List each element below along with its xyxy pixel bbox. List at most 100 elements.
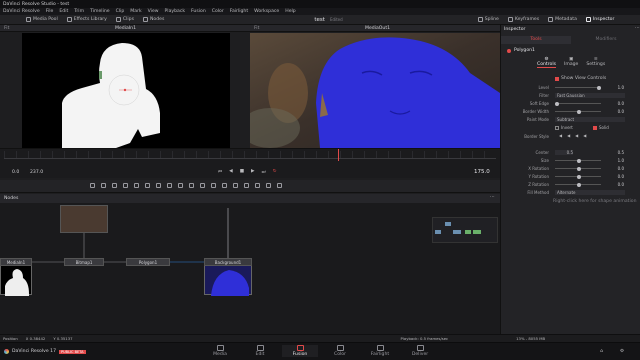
node-editor[interactable]: MediaIn1 Bitmap1 Polygon1 Background1 xyxy=(0,203,500,334)
subtab-settings[interactable]: ≡ Settings xyxy=(586,57,605,68)
go-to-start-icon[interactable]: ⏮ xyxy=(218,169,222,175)
tab-modifiers[interactable]: Modifiers xyxy=(571,36,640,44)
invert-checkbox[interactable]: Invert xyxy=(555,125,573,130)
paint-mode-dropdown[interactable]: Subtract xyxy=(555,117,625,122)
right-viewer[interactable] xyxy=(250,33,500,148)
node-thumbnail[interactable] xyxy=(60,205,108,233)
solid-checkbox[interactable]: Solid xyxy=(593,125,609,130)
page-fairlight[interactable]: Fairlight xyxy=(362,345,398,357)
3d-tool-icon[interactable] xyxy=(222,183,227,188)
keyer-tool-icon[interactable] xyxy=(277,183,282,188)
param-size[interactable]: Size 1.0 xyxy=(501,157,640,164)
param-y-rotation[interactable]: Y Rotation 0.0 xyxy=(501,173,640,180)
node-enable-icon[interactable] xyxy=(507,48,511,53)
param-border-width[interactable]: Border Width 0.0 xyxy=(501,108,640,115)
border-style-buttons[interactable]: ◀ ◀ ◀ ◀ xyxy=(559,133,586,138)
go-to-end-icon[interactable]: ⏭ xyxy=(262,169,266,175)
polygon-tool-icon[interactable] xyxy=(167,183,172,188)
param-center[interactable]: Center 0.5 0.5 xyxy=(501,149,640,156)
step-back-icon[interactable]: ◀ xyxy=(229,169,233,175)
menu-item[interactable]: DaVinci Resolve xyxy=(3,9,40,14)
z-rotation-slider[interactable] xyxy=(555,182,601,187)
clips-button[interactable]: Clips xyxy=(115,17,134,22)
background-tool-icon[interactable] xyxy=(90,183,95,188)
metadata-button[interactable]: Metadata xyxy=(548,17,577,22)
show-view-controls[interactable]: Show View Controls xyxy=(555,76,606,81)
menu-item[interactable]: Color xyxy=(212,9,224,14)
merge-tool-icon[interactable] xyxy=(123,183,128,188)
playhead[interactable] xyxy=(338,149,339,161)
keyframes-button[interactable]: Keyframes xyxy=(507,17,539,22)
border-width-slider[interactable] xyxy=(555,109,601,114)
play-icon[interactable]: ▶ xyxy=(251,169,255,175)
size-slider[interactable] xyxy=(555,158,601,163)
bspline-tool-icon[interactable] xyxy=(200,183,205,188)
ellipse-tool-icon[interactable] xyxy=(189,183,194,188)
inspector-button[interactable]: Inspector xyxy=(585,17,614,22)
nodes-options-icon[interactable]: ⋯ xyxy=(490,195,495,200)
page-deliver[interactable]: Deliver xyxy=(402,345,438,357)
border-style-miter-icon[interactable]: ◀ xyxy=(575,133,578,138)
nodes-button[interactable]: Nodes xyxy=(142,17,164,22)
text-tool-icon[interactable] xyxy=(112,183,117,188)
camera-tool-icon[interactable] xyxy=(233,183,238,188)
filter-dropdown[interactable]: Fast Gaussian xyxy=(555,93,625,98)
renderer-tool-icon[interactable] xyxy=(255,183,260,188)
menu-item[interactable]: Mark xyxy=(130,9,141,14)
menu-item[interactable]: Edit xyxy=(59,9,68,14)
inspector-options-icon[interactable]: ⋯ xyxy=(635,26,640,31)
param-border-style[interactable]: Border Style ◀ ◀ ◀ ◀ xyxy=(501,133,640,140)
spline-button[interactable]: Spline xyxy=(477,17,499,22)
menu-item[interactable]: Fusion xyxy=(191,9,206,14)
param-filter[interactable]: Filter Fast Gaussian xyxy=(501,92,640,99)
fill-method-dropdown[interactable]: Alternate xyxy=(555,190,625,195)
y-rotation-slider[interactable] xyxy=(555,174,601,179)
subtab-image[interactable]: ▣ Image xyxy=(564,57,578,68)
param-level[interactable]: Level 1.0 xyxy=(501,84,640,91)
soft-edge-slider[interactable] xyxy=(555,101,601,106)
light-tool-icon[interactable] xyxy=(244,183,249,188)
rectangle-tool-icon[interactable] xyxy=(178,183,183,188)
menu-item[interactable]: Fairlight xyxy=(230,9,248,14)
blur-tool-icon[interactable] xyxy=(134,183,139,188)
menu-item[interactable]: Timeline xyxy=(90,9,110,14)
node-mediain[interactable]: MediaIn1 xyxy=(0,258,32,266)
level-slider[interactable] xyxy=(555,85,601,90)
subtab-controls[interactable]: ⚙ Controls xyxy=(537,57,556,68)
paint-tool-icon[interactable] xyxy=(101,183,106,188)
node-polygon[interactable]: Polygon1 xyxy=(126,258,170,266)
page-cut[interactable]: Edit xyxy=(242,345,278,357)
current-frame[interactable]: 175.0 xyxy=(474,169,490,175)
render-end[interactable]: 237.0 xyxy=(30,170,43,175)
param-fill-method[interactable]: Fill Method Alternate xyxy=(501,189,640,196)
center-x-field[interactable]: 0.5 xyxy=(555,150,573,155)
right-viewer-zoom[interactable]: Fit xyxy=(254,26,259,31)
settings-gear-icon[interactable]: ⚙ xyxy=(620,349,624,354)
param-z-rotation[interactable]: Z Rotation 0.0 xyxy=(501,181,640,188)
node-background[interactable]: Background1 xyxy=(204,258,252,266)
transform-tool-icon[interactable] xyxy=(156,183,161,188)
home-icon[interactable]: ⌂ xyxy=(600,349,603,354)
menu-item[interactable]: Workspace xyxy=(254,9,279,14)
page-color[interactable]: Color xyxy=(322,345,358,357)
node-header[interactable]: Polygon1 xyxy=(507,48,535,53)
page-media[interactable]: Media xyxy=(202,345,238,357)
menu-item[interactable]: Trim xyxy=(74,9,84,14)
tab-tools[interactable]: Tools xyxy=(501,36,571,44)
node-navigator[interactable] xyxy=(432,217,498,243)
menu-item[interactable]: Clip xyxy=(116,9,125,14)
color-corrector-icon[interactable] xyxy=(145,183,150,188)
shape-animation-hint[interactable]: Right-click here for shape animation xyxy=(553,199,636,204)
mediain-thumbnail[interactable] xyxy=(0,265,32,296)
effects-library-button[interactable]: Effects Library xyxy=(66,17,107,22)
border-style-bevel-icon[interactable]: ◀ xyxy=(567,133,570,138)
page-fusion[interactable]: Fusion xyxy=(282,345,318,357)
menu-item[interactable]: Playback xyxy=(165,9,186,14)
time-ruler[interactable] xyxy=(4,151,496,159)
loop-icon[interactable]: ↻ xyxy=(273,169,277,175)
left-viewer[interactable] xyxy=(22,33,230,148)
param-x-rotation[interactable]: X Rotation 0.0 xyxy=(501,165,640,172)
border-style-round-icon[interactable]: ◀ xyxy=(559,133,562,138)
menu-item[interactable]: View xyxy=(148,9,159,14)
param-soft-edge[interactable]: Soft Edge 0.0 xyxy=(501,100,640,107)
